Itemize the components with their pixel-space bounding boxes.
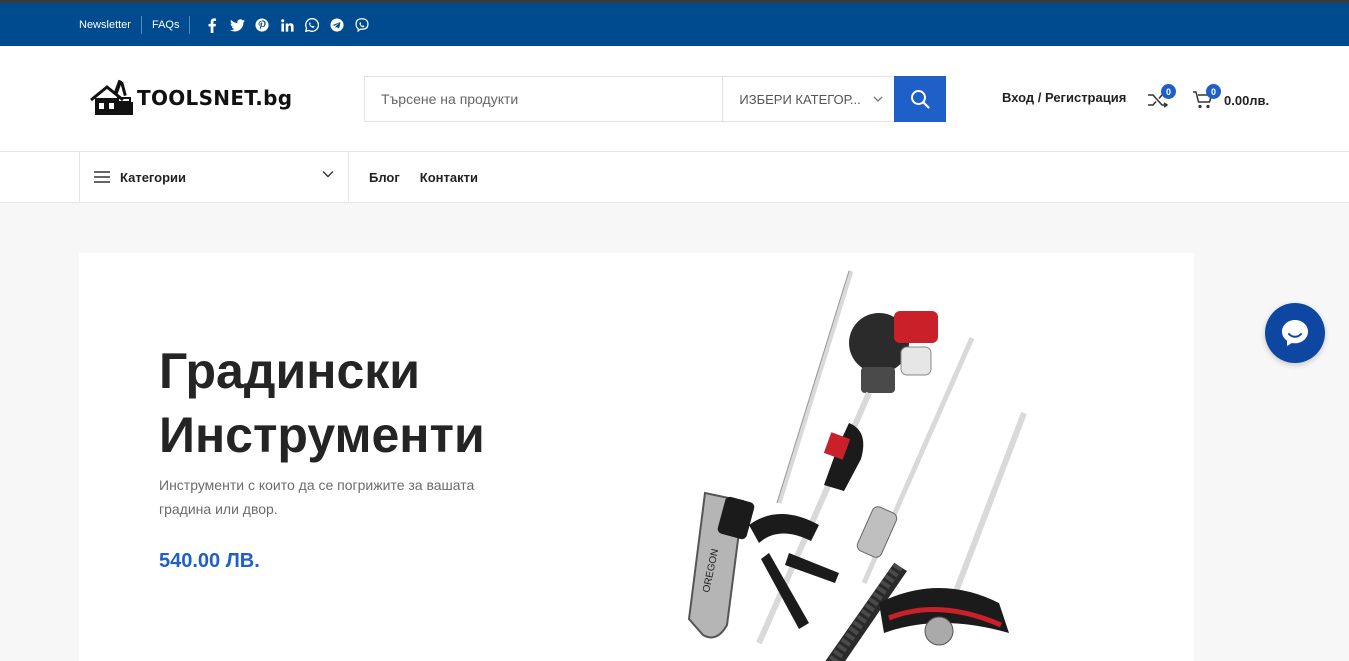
hamburger-icon	[94, 171, 110, 183]
chevron-down-icon	[873, 96, 883, 102]
product-image[interactable]: OREGON	[639, 263, 1059, 661]
category-select[interactable]: ИЗБЕРИ КАТЕГОР...	[722, 77, 894, 121]
compare-count-badge: 0	[1161, 84, 1176, 99]
menu-links: Блог Контакти	[369, 152, 478, 202]
compare-button[interactable]: 0	[1147, 84, 1176, 110]
search-icon	[911, 90, 930, 109]
categories-dropdown[interactable]: Категории	[79, 152, 349, 202]
site-header: TOOLSNET.bg ИЗБЕРИ КАТЕГОР... Вход / Рег…	[0, 46, 1349, 152]
viber-icon[interactable]	[354, 17, 370, 33]
cart-button[interactable]: 0 0.00лв.	[1192, 84, 1270, 110]
cart-count-badge: 0	[1206, 84, 1221, 99]
menu-item-contacts[interactable]: Контакти	[420, 170, 478, 185]
menu-item-blog[interactable]: Блог	[369, 170, 400, 185]
main-nav: Категории Блог Контакти	[0, 152, 1349, 203]
hero-banner: Градински Инструменти Инструменти с коит…	[79, 253, 1194, 661]
hero-title-line-1: Градински	[159, 343, 421, 399]
linkedin-icon[interactable]	[279, 17, 295, 33]
top-bar: Newsletter FAQs	[0, 0, 1349, 46]
social-links	[190, 17, 370, 33]
chat-icon	[1282, 320, 1308, 346]
toolbox-house-icon	[90, 79, 133, 115]
pinterest-icon[interactable]	[254, 17, 270, 33]
search-input[interactable]	[365, 77, 723, 121]
whatsapp-icon[interactable]	[304, 17, 320, 33]
category-select-label: ИЗБЕРИ КАТЕГОР...	[739, 91, 861, 107]
telegram-icon[interactable]	[329, 17, 345, 33]
cart-total: 0.00лв.	[1224, 92, 1270, 108]
login-register-link[interactable]: Вход / Регистрация	[1002, 90, 1126, 105]
facebook-icon[interactable]	[204, 17, 220, 33]
search-form: ИЗБЕРИ КАТЕГОР...	[364, 76, 946, 122]
site-logo[interactable]: TOOLSNET.bg	[89, 78, 292, 118]
categories-label: Категории	[120, 169, 187, 185]
newsletter-link[interactable]: Newsletter	[79, 16, 142, 34]
hero-price: 540.00 ЛВ.	[159, 550, 260, 572]
twitter-icon[interactable]	[229, 17, 245, 33]
search-button[interactable]	[894, 76, 946, 122]
hero-description: Инструменти с които да се погрижите за в…	[159, 477, 475, 517]
hero-title-line-2: Инструменти	[159, 407, 485, 463]
chevron-down-icon	[322, 171, 334, 178]
logo-text: TOOLSNET.bg	[137, 86, 293, 110]
chat-button[interactable]	[1265, 303, 1325, 363]
hero-title: Градински Инструменти	[159, 339, 579, 467]
top-bar-links: Newsletter FAQs	[79, 15, 370, 35]
faqs-link[interactable]: FAQs	[142, 16, 191, 34]
